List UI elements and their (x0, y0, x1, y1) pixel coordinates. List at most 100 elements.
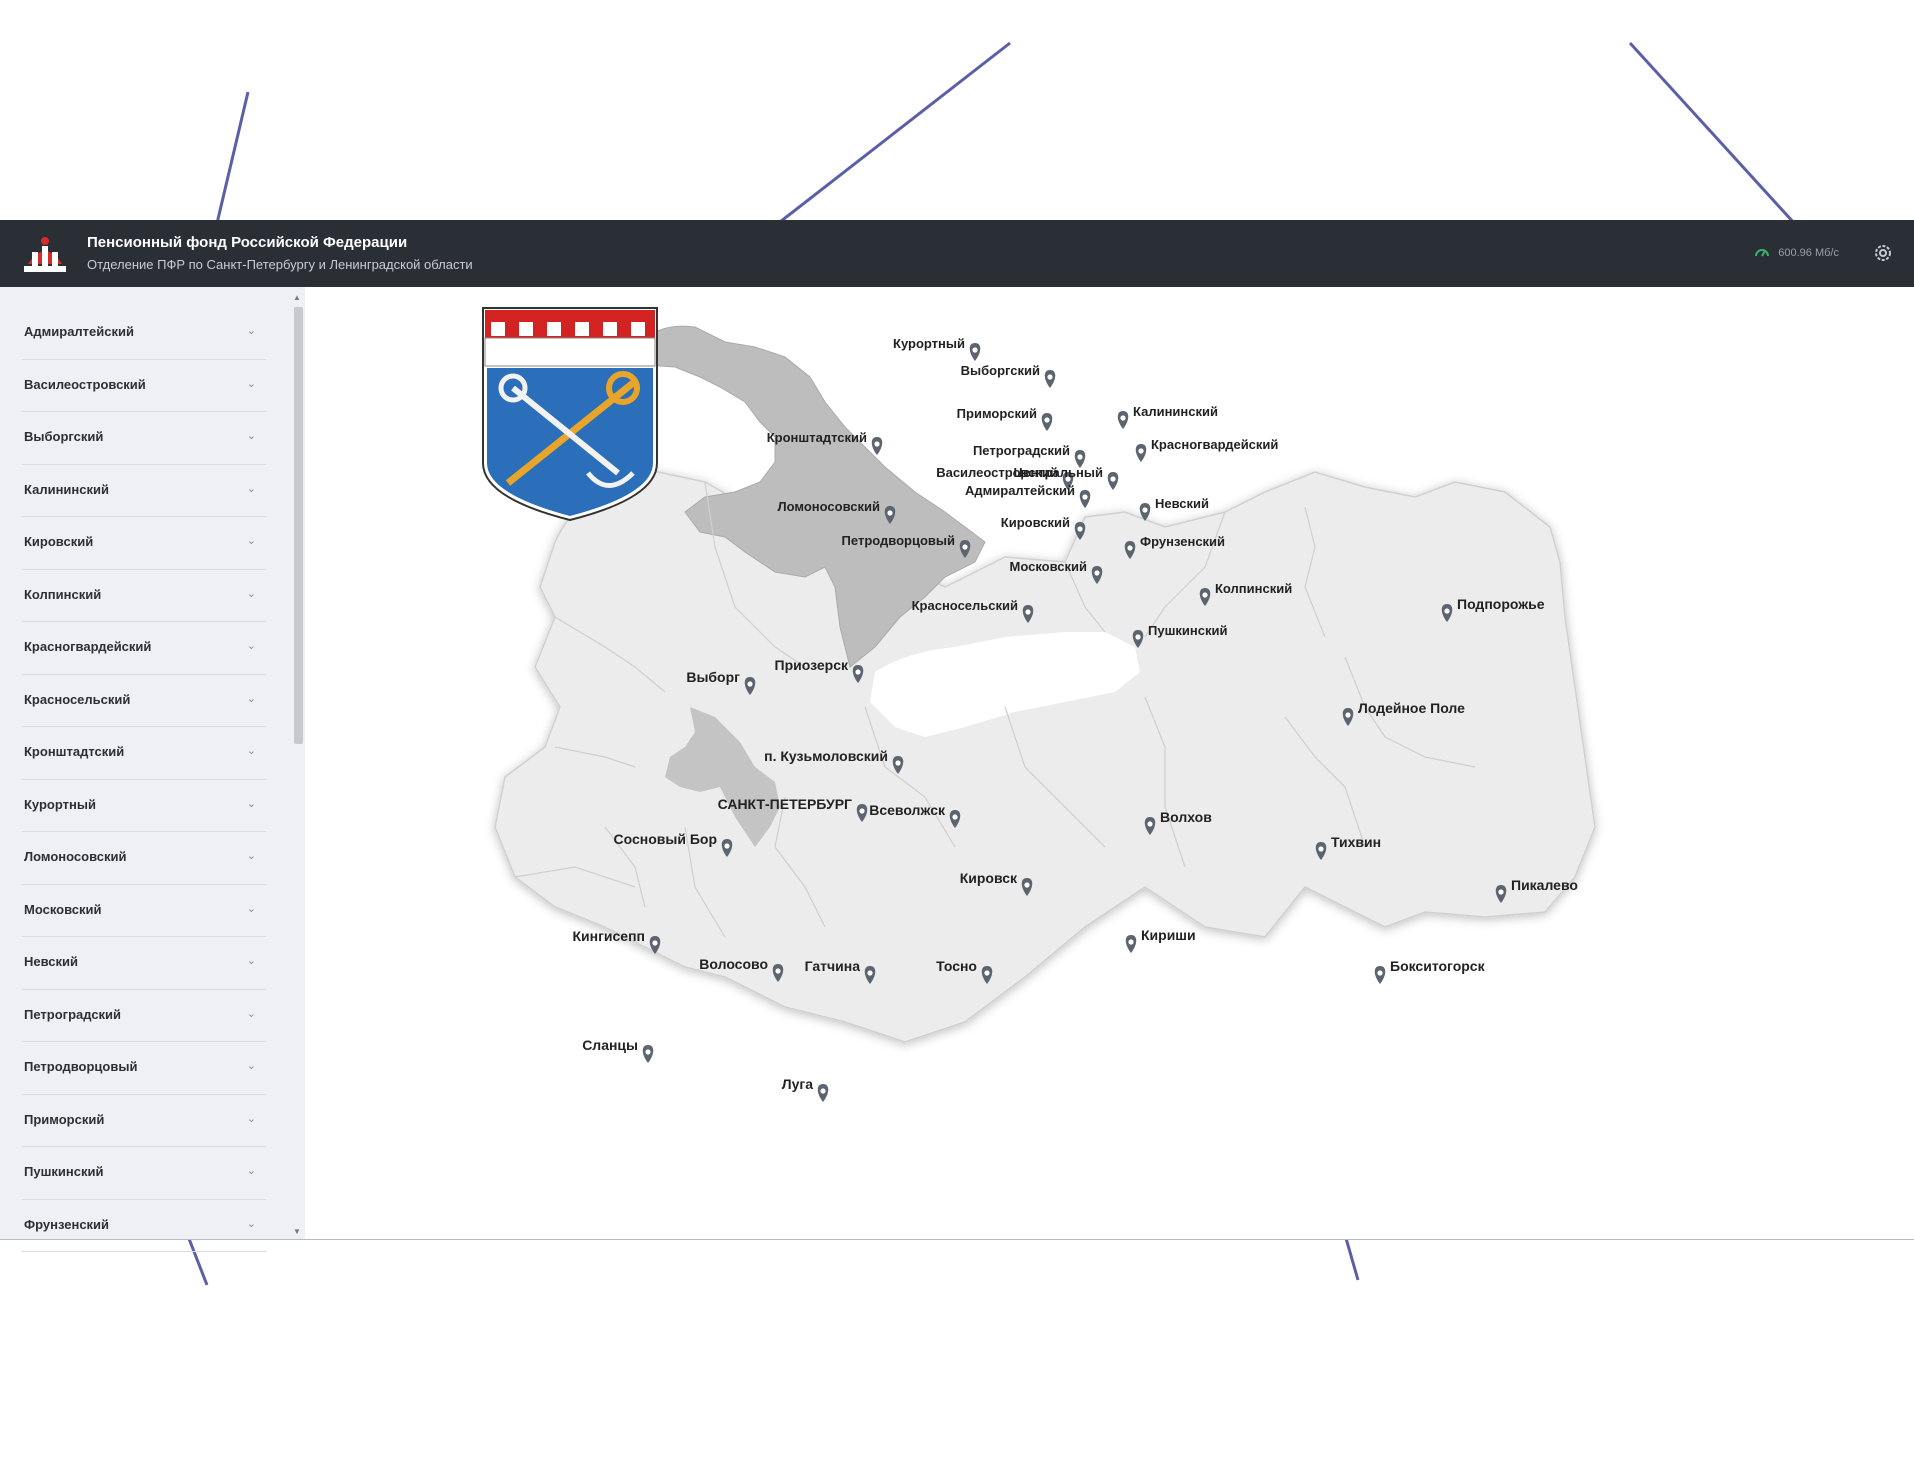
map-label: Кронштадтский (767, 430, 867, 445)
map-label: Фрунзенский (1140, 534, 1225, 549)
map-label: Пикалево (1511, 877, 1578, 893)
map-pin-dot (645, 1049, 651, 1055)
map-label: Приозерск (775, 657, 849, 673)
map-pin-dot (1498, 889, 1504, 895)
oblast-shape[interactable] (494, 466, 1596, 1043)
map-label: Кировский (1001, 515, 1070, 530)
chevron-down-icon[interactable]: ⌄ (247, 639, 256, 652)
sidebar-item-label: Приморский (24, 1111, 105, 1127)
chevron-down-icon[interactable]: ⌄ (247, 954, 256, 967)
map-pin-dot (652, 940, 658, 946)
chevron-down-icon[interactable]: ⌄ (247, 377, 256, 390)
map-pin-dot (1318, 846, 1324, 852)
sidebar-item[interactable]: Петродворцовый ⌄ (22, 1042, 266, 1095)
map-pin-dot (1127, 545, 1133, 551)
chevron-down-icon[interactable]: ⌄ (247, 1112, 256, 1125)
sidebar-item[interactable]: Красносельский ⌄ (22, 675, 266, 727)
sidebar-item[interactable]: Василеостровский ⌄ (22, 360, 266, 412)
chevron-down-icon[interactable]: ⌄ (247, 744, 256, 757)
sidebar-item-label: Невский (24, 954, 79, 969)
sidebar-item[interactable]: Кировский ⌄ (22, 517, 266, 570)
map-marker[interactable]: Выборгский (961, 363, 1056, 388)
map-label: Колпинский (1215, 581, 1292, 596)
sidebar-item[interactable]: Курортный ⌄ (22, 780, 266, 832)
map-marker[interactable]: Бокситогорск (1374, 958, 1486, 984)
sidebar-item[interactable]: Кронштадтский ⌄ (22, 727, 266, 780)
map-pin-dot (1120, 415, 1126, 421)
chevron-down-icon[interactable]: ⌄ (247, 902, 256, 915)
map-pin-dot (867, 970, 873, 976)
map-pin-dot (747, 681, 753, 687)
map-marker[interactable]: Невский (1139, 496, 1209, 521)
map-pin-dot (1377, 970, 1383, 976)
map-label: Волхов (1160, 809, 1212, 825)
chevron-down-icon[interactable]: ⌄ (247, 797, 256, 810)
map-label: Пушкинский (1148, 623, 1227, 638)
map-pin-dot (1077, 454, 1083, 460)
map-pin-dot (1044, 417, 1050, 423)
map-pin-dot (1138, 448, 1144, 454)
sidebar-item[interactable]: Невский ⌄ (22, 937, 266, 990)
map-marker[interactable]: Калининский (1117, 404, 1218, 429)
sidebar-item[interactable]: Адмиралтейский ⌄ (22, 307, 266, 360)
scrollbar-thumb[interactable] (294, 307, 303, 744)
map-marker[interactable]: Кириши (1125, 927, 1196, 953)
chevron-down-icon[interactable]: ⌄ (247, 534, 256, 547)
sidebar-item[interactable]: Петроградский ⌄ (22, 990, 266, 1042)
map-marker[interactable]: Сланцы (582, 1037, 654, 1063)
sidebar-item[interactable]: Выборгский ⌄ (22, 412, 266, 465)
sidebar-item[interactable]: Приморский ⌄ (22, 1095, 266, 1147)
map-pin-dot (775, 968, 781, 974)
sidebar-item-label: Московский (24, 901, 102, 917)
sidebar-item-label: Ломоносовский (24, 849, 127, 864)
map-label: Красносельский (912, 598, 1018, 613)
chevron-down-icon[interactable]: ⌄ (247, 1059, 256, 1072)
region-map: Курортный Выборгский Приморский Калининский… (305, 287, 1914, 1240)
sidebar-item-label: Петродворцовый (24, 1059, 138, 1074)
map-label: Петродворцовый (842, 533, 955, 548)
map-label: Калининский (1133, 404, 1218, 419)
pfr-logo-icon (24, 237, 66, 272)
sidebar-item[interactable]: Пушкинский ⌄ (22, 1147, 266, 1200)
map-marker[interactable]: Приморский (957, 406, 1053, 431)
map-label: Курортный (893, 336, 965, 351)
map-label: Ломоносовский (778, 499, 880, 514)
map-pin-dot (1345, 712, 1351, 718)
map-marker[interactable]: Курортный (893, 336, 981, 361)
sidebar-item[interactable]: Ломоносовский ⌄ (22, 832, 266, 885)
map-pin-dot (895, 760, 901, 766)
app-subtitle: Отделение ПФР по Санкт-Петербургу и Лени… (87, 257, 473, 272)
chevron-down-icon[interactable]: ⌄ (247, 1217, 256, 1230)
map-label: Центральный (1014, 465, 1103, 480)
sidebar-item[interactable]: Фрунзенский ⌄ (22, 1200, 266, 1252)
chevron-down-icon[interactable]: ⌄ (247, 1164, 256, 1177)
chevron-down-icon[interactable]: ⌄ (247, 482, 256, 495)
sidebar-item[interactable]: Московский ⌄ (22, 885, 266, 937)
scroll-up-icon[interactable]: ▲ (293, 293, 301, 302)
map-label: Красногвардейский (1151, 437, 1278, 452)
map-marker[interactable]: Красногвардейский (1135, 437, 1279, 462)
map-pin-dot (1082, 494, 1088, 500)
map-marker[interactable]: Луга (782, 1076, 829, 1102)
chevron-down-icon[interactable]: ⌄ (247, 324, 256, 337)
chevron-down-icon[interactable]: ⌄ (247, 849, 256, 862)
map-marker[interactable]: Адмиралтейский (965, 483, 1091, 508)
map-pin-dot (1142, 507, 1148, 513)
map-label: Тихвин (1331, 834, 1381, 850)
sidebar-item-label: Пушкинский (24, 1164, 104, 1179)
chevron-down-icon[interactable]: ⌄ (247, 587, 256, 600)
leningrad-oblast-coat-of-arms-icon (482, 307, 658, 522)
speed-value: 600.96 Мб/с (1778, 247, 1839, 259)
map-label: Невский (1155, 496, 1209, 511)
map-pin-dot (972, 347, 978, 353)
map-marker[interactable]: Кировский (1001, 515, 1086, 540)
sidebar-item[interactable]: Красногвардейский ⌄ (22, 622, 266, 675)
chevron-down-icon[interactable]: ⌄ (247, 1007, 256, 1020)
map-pin-dot (1110, 476, 1116, 482)
gear-icon[interactable] (1872, 242, 1894, 264)
chevron-down-icon[interactable]: ⌄ (247, 429, 256, 442)
sidebar-item[interactable]: Калининский ⌄ (22, 465, 266, 517)
scroll-down-icon[interactable]: ▼ (293, 1227, 301, 1236)
chevron-down-icon[interactable]: ⌄ (247, 692, 256, 705)
sidebar-item[interactable]: Колпинский ⌄ (22, 570, 266, 622)
